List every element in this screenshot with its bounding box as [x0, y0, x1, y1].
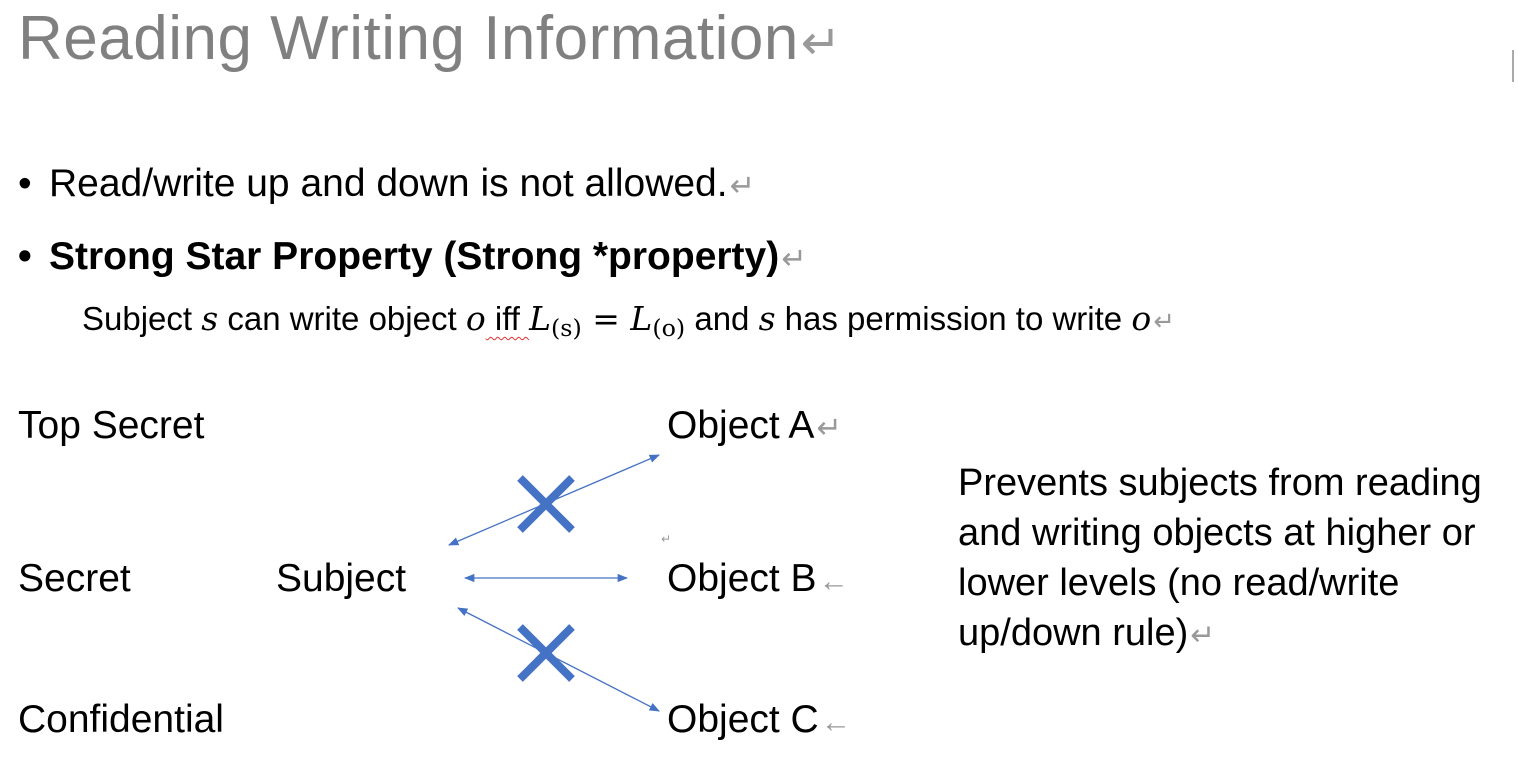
arrow-subject-object-c: [457, 607, 660, 712]
cross-icon: [517, 624, 575, 682]
cross-icon: [517, 475, 575, 533]
access-diagram: [448, 454, 660, 712]
